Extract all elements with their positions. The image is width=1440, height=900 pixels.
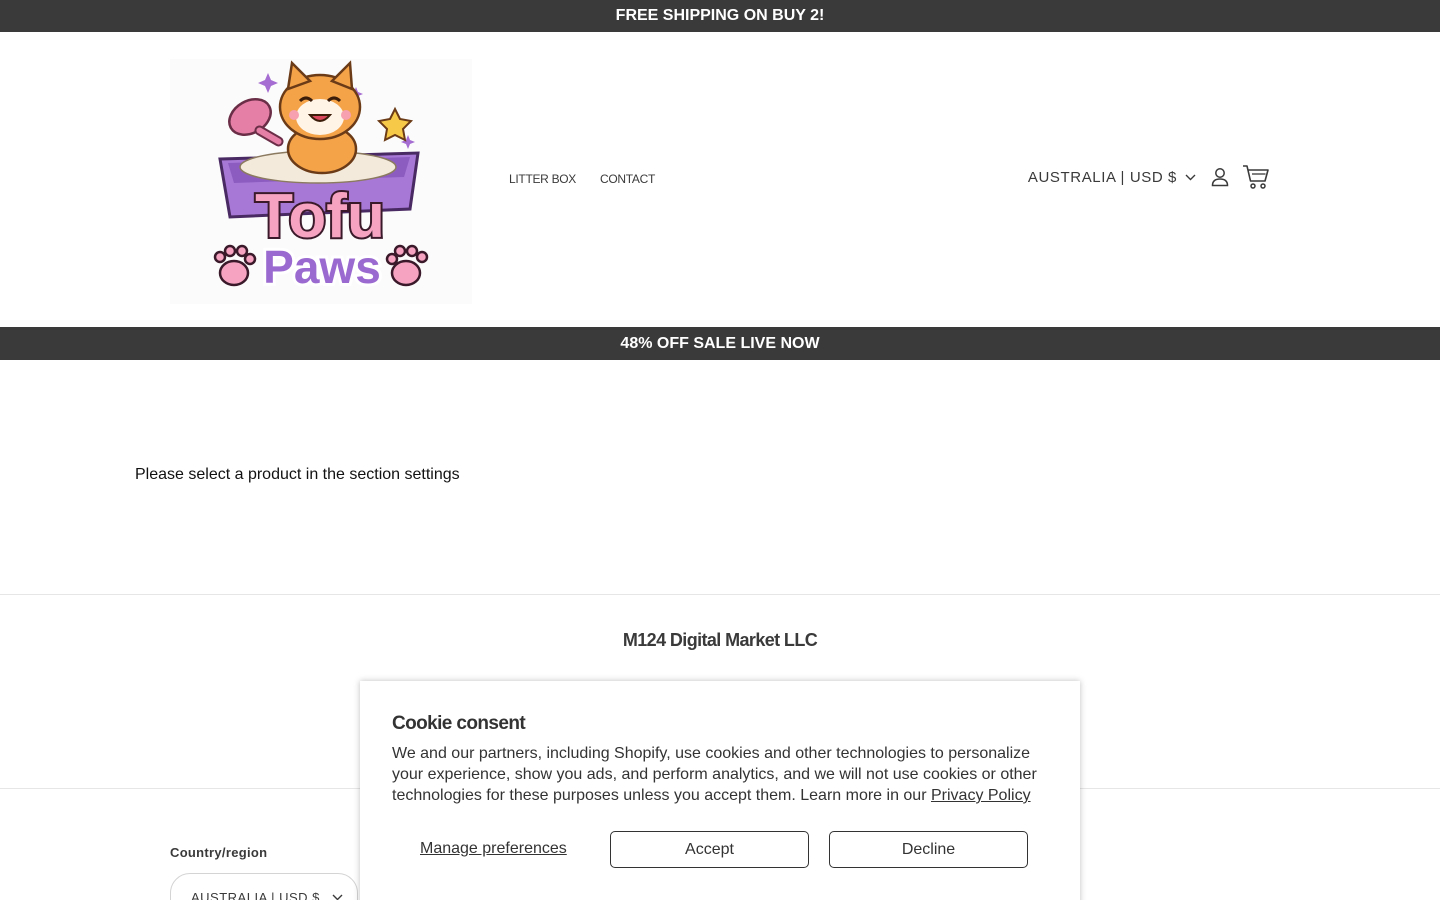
- country-region-label: Country/region: [170, 845, 268, 860]
- chevron-down-icon: [1185, 174, 1196, 181]
- tofu-paws-logo[interactable]: Tofu Paws: [170, 59, 472, 304]
- cookie-consent-dialog: Cookie consent We and our partners, incl…: [360, 681, 1080, 900]
- country-region-select[interactable]: AUSTRALIA | USD $: [170, 873, 358, 900]
- cart-icon[interactable]: [1242, 164, 1270, 190]
- footer-divider: [0, 594, 1440, 595]
- announcement-text: FREE SHIPPING ON BUY 2!: [615, 7, 825, 24]
- site-header: Tofu Paws LITTER BOX CONTACT AUSTRALIA |…: [0, 32, 1440, 327]
- cookie-consent-title: Cookie consent: [392, 713, 526, 734]
- header-actions: AUSTRALIA | USD $: [1028, 164, 1270, 190]
- account-icon[interactable]: [1210, 167, 1230, 187]
- footer-company-name: M124 Digital Market LLC: [622, 630, 818, 650]
- main-nav: LITTER BOX CONTACT: [509, 172, 655, 186]
- chevron-down-icon: [332, 894, 343, 900]
- decline-button[interactable]: Decline: [829, 831, 1028, 868]
- country-region-value: AUSTRALIA | USD $: [191, 889, 320, 900]
- announcement-bar-top: FREE SHIPPING ON BUY 2!: [0, 0, 1440, 32]
- cookie-actions: Manage preferences Accept Decline: [392, 831, 1048, 868]
- logo-text-paws: Paws: [263, 241, 381, 293]
- nav-item-litter-box[interactable]: LITTER BOX: [509, 172, 576, 186]
- announcement-bar-sale: 48% OFF SALE LIVE NOW: [0, 327, 1440, 360]
- sale-text: 48% OFF SALE LIVE NOW: [620, 334, 820, 352]
- accept-button[interactable]: Accept: [610, 831, 809, 868]
- nav-item-contact[interactable]: CONTACT: [600, 172, 655, 186]
- localization-label: AUSTRALIA | USD $: [1027, 168, 1177, 186]
- localization-selector[interactable]: AUSTRALIA | USD $: [1028, 169, 1196, 186]
- privacy-policy-link[interactable]: Privacy Policy: [931, 787, 1031, 804]
- empty-product-message: Please select a product in the section s…: [135, 466, 460, 483]
- cookie-consent-body: We and our partners, including Shopify, …: [392, 743, 1048, 806]
- manage-preferences-link[interactable]: Manage preferences: [420, 840, 567, 858]
